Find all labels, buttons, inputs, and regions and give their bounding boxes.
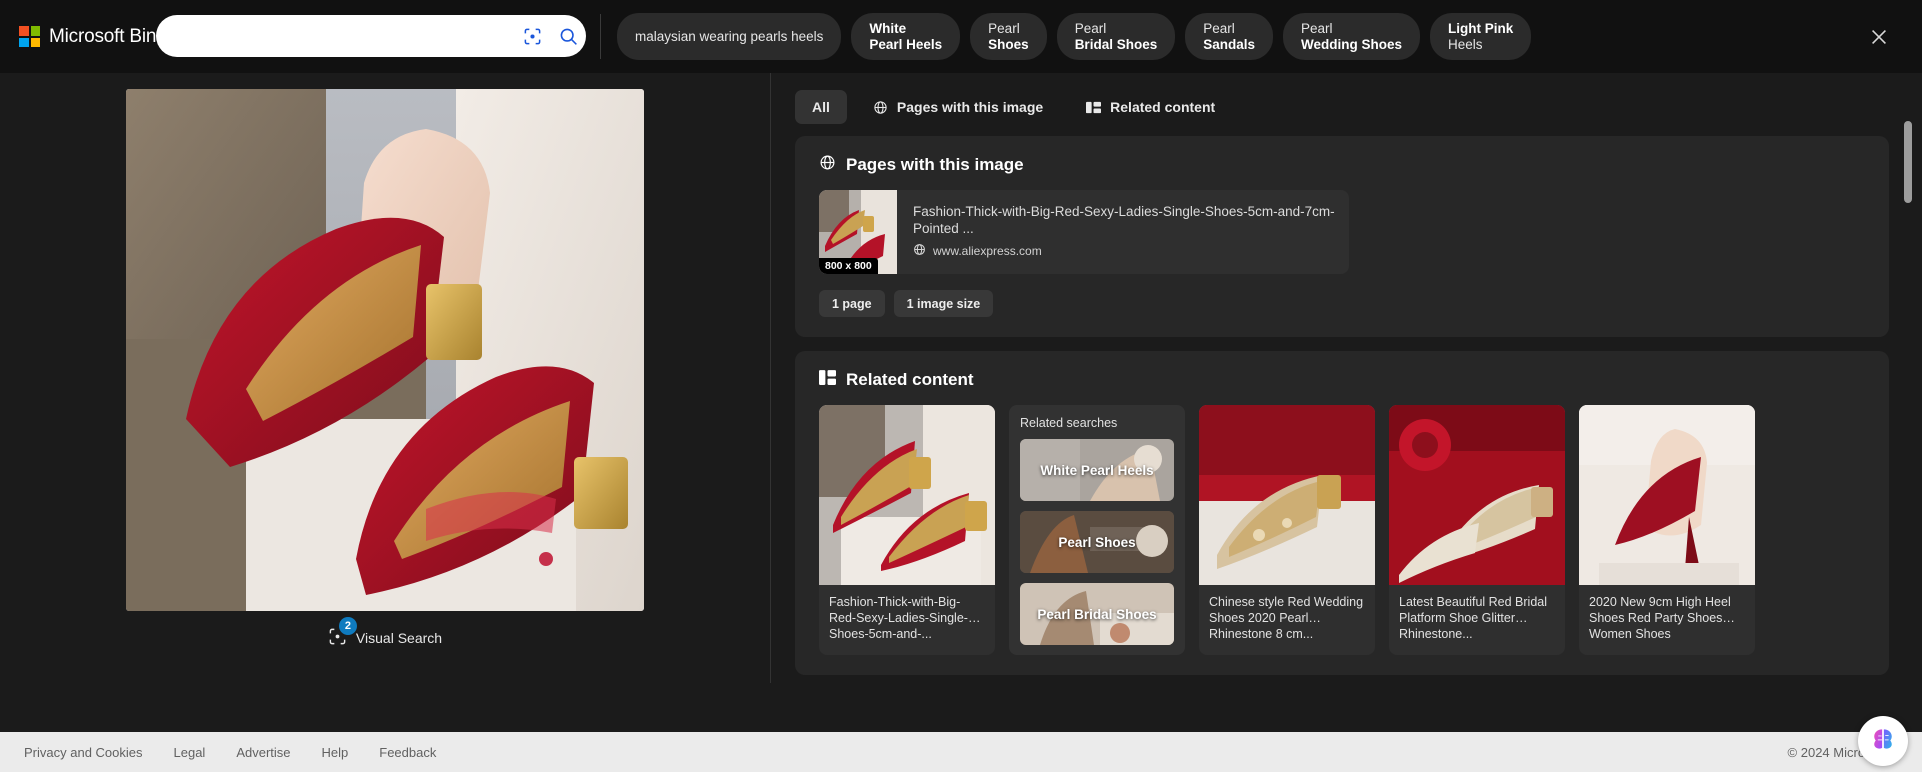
results-pane: All Pages with this image Related conten… [770,73,1922,683]
results-scroll-area[interactable]: Pages with this image 800 x 800 Fashion-… [795,136,1889,676]
chip-4[interactable]: Pearl Sandals [1185,13,1273,60]
suggestion-chips: malaysian wearing pearls heels White Pea… [600,0,1532,73]
page-result-domain-label: www.aliexpress.com [933,244,1042,258]
chip-label-line1: Light Pink [1448,20,1514,36]
chip-label-line2: Pearl Heels [869,36,943,52]
scrollbar-thumb[interactable] [1904,121,1912,203]
results-tabs: All Pages with this image Related conten… [771,73,1922,124]
tab-all[interactable]: All [795,90,847,124]
chip-5[interactable]: Pearl Wedding Shoes [1283,13,1421,60]
copilot-brain-icon [1869,725,1897,758]
top-bar: Microsoft Bing malaysian wearing pearls … [0,0,1922,73]
grid-layout-icon [819,369,836,391]
related-card[interactable]: Chinese style Red Wedding Shoes 2020 Pea… [1199,405,1375,655]
pages-filter-row: 1 page 1 image size [819,290,1865,317]
chip-1[interactable]: White Pearl Heels [851,13,961,60]
pages-section-heading: Pages with this image [819,154,1865,176]
related-search-tile-label: Pearl Shoes [1058,534,1136,550]
page-result-domain: www.aliexpress.com [913,243,1335,259]
copilot-button[interactable] [1858,716,1908,766]
tab-label: Pages with this image [896,99,1044,115]
page-result-title: Fashion-Thick-with-Big-Red-Sexy-Ladies-S… [913,204,1335,236]
filter-page-count[interactable]: 1 page [819,290,885,317]
vertical-scrollbar[interactable] [1904,83,1912,673]
related-card[interactable]: Latest Beautiful Red Bridal Platform Sho… [1389,405,1565,655]
related-search-tile-label: White Pearl Heels [1040,462,1154,478]
pages-heading-label: Pages with this image [846,155,1024,174]
chip-label-line2: Shoes [988,36,1029,52]
page-result-row[interactable]: 800 x 800 Fashion-Thick-with-Big-Red-Sex… [819,190,1349,274]
related-card-image [819,405,995,585]
globe-icon [819,154,836,176]
related-search-tile-label: Pearl Bridal Shoes [1037,606,1157,622]
tab-label: Related content [1110,99,1216,115]
search-icon[interactable] [550,26,586,47]
related-search-tile-2[interactable]: Pearl Bridal Shoes [1020,583,1174,645]
page-result-thumbnail: 800 x 800 [819,190,897,274]
chip-label-line1: Pearl [988,20,1020,36]
related-content-panel: Related content Fashion-Thick-with-Big-R… [795,351,1889,675]
footer-link-legal[interactable]: Legal [174,745,206,760]
chip-label-line1: Pearl [1074,20,1107,36]
footer-link-advertise[interactable]: Advertise [236,745,290,760]
pages-with-this-image-panel: Pages with this image 800 x 800 Fashion-… [795,136,1889,337]
globe-icon [873,100,888,115]
related-search-tile-0[interactable]: White Pearl Heels [1020,439,1174,501]
related-search-tile-1[interactable]: Pearl Shoes [1020,511,1174,573]
tab-label: All [812,99,830,115]
related-section-heading: Related content [819,369,1865,391]
footer: Privacy and Cookies Legal Advertise Help… [0,732,1922,772]
visual-search-badge: 2 [338,617,357,635]
globe-icon [913,243,926,259]
chip-label-line2: Bridal Shoes [1074,36,1158,52]
footer-link-feedback[interactable]: Feedback [379,745,436,760]
related-card-caption: Latest Beautiful Red Bridal Platform Sho… [1399,595,1548,638]
related-card-caption: 2020 New 9cm High Heel Shoes Red Party S… [1589,595,1731,638]
chip-6[interactable]: Light Pink Heels [1430,13,1532,60]
footer-links: Privacy and Cookies Legal Advertise Help… [24,745,436,760]
tab-related-content[interactable]: Related content [1069,90,1232,124]
related-card-image [1389,405,1565,585]
visual-search-camera-icon[interactable] [514,27,550,46]
related-searches-panel: Related searches White Pearl Heels Pearl… [1009,405,1185,655]
brand-name: Microsoft Bing [49,25,167,47]
image-size-badge: 800 x 800 [819,258,878,274]
page-result-meta: Fashion-Thick-with-Big-Red-Sexy-Ladies-S… [897,190,1349,274]
chip-label-line1: Pearl [1203,20,1235,36]
main-stage: 2 Visual Search All Pages with this imag… [0,73,1922,683]
filter-image-size-count[interactable]: 1 image size [893,290,994,317]
chip-2[interactable]: Pearl Shoes [970,13,1047,60]
chip-label-line1: Pearl [1301,20,1333,36]
chip-label-line2: Sandals [1203,36,1255,52]
related-heading-label: Related content [846,370,974,389]
tab-pages-with-this-image[interactable]: Pages with this image [856,90,1060,124]
image-preview-pane: 2 Visual Search [0,73,770,683]
related-cards-row: Fashion-Thick-with-Big-Red-Sexy-Ladies-S… [819,405,1865,655]
visual-search-button[interactable]: 2 Visual Search [328,617,443,649]
related-card-image [1199,405,1375,585]
related-card[interactable]: 2020 New 9cm High Heel Shoes Red Party S… [1579,405,1755,655]
related-card-image [1579,405,1755,585]
close-icon[interactable] [1860,18,1898,56]
preview-image[interactable] [126,89,644,611]
chip-label-line1: malaysian wearing pearls heels [635,28,824,44]
bottom-gap [0,683,1922,732]
footer-link-help[interactable]: Help [322,745,349,760]
search-box[interactable] [156,15,586,57]
chip-label-line1: White [869,20,907,36]
search-input[interactable] [156,27,514,45]
microsoft-logo-icon [19,26,40,47]
related-card-caption: Fashion-Thick-with-Big-Red-Sexy-Ladies-S… [829,595,968,638]
chip-label-line2: Wedding Shoes [1301,36,1403,52]
bing-logo[interactable]: Microsoft Bing [19,26,167,48]
visual-search-label: Visual Search [355,630,443,646]
footer-link-privacy[interactable]: Privacy and Cookies [24,745,143,760]
related-searches-title: Related searches [1020,416,1118,430]
chip-0[interactable]: malaysian wearing pearls heels [617,13,842,60]
chip-3[interactable]: Pearl Bridal Shoes [1056,13,1176,60]
related-card-caption: Chinese style Red Wedding Shoes 2020 Pea… [1209,595,1364,638]
grid-layout-icon [1086,100,1102,115]
related-card[interactable]: Fashion-Thick-with-Big-Red-Sexy-Ladies-S… [819,405,995,655]
chip-label-line2: Heels [1448,36,1483,52]
